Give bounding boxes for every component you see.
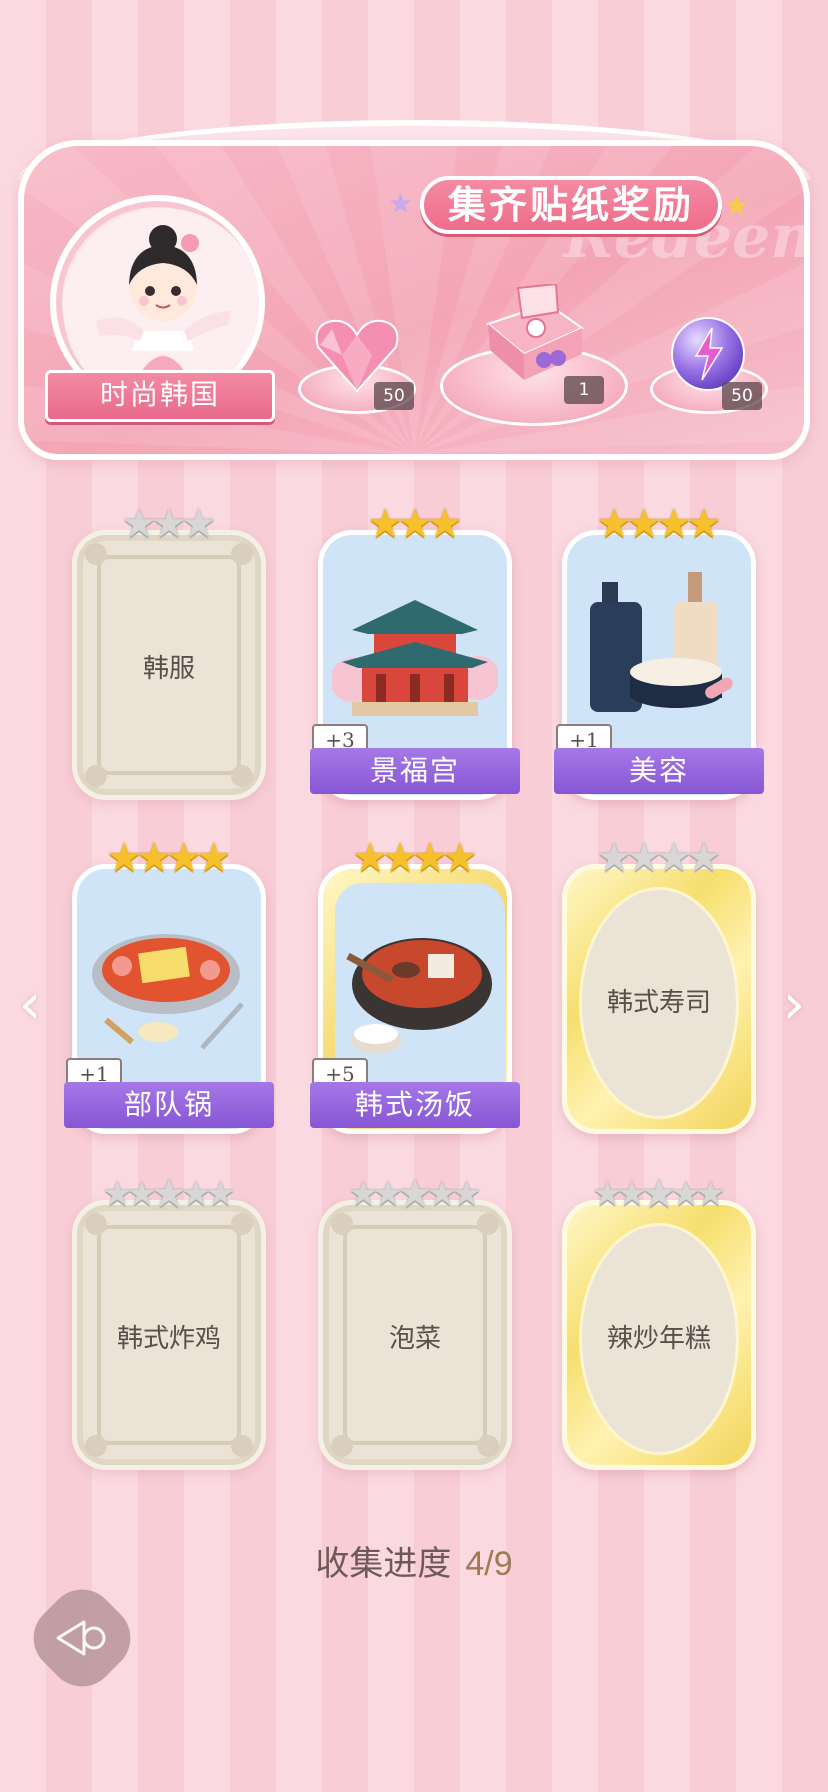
card-name-banner: 美容 (554, 748, 764, 794)
card-name-banner: 韩式汤饭 (310, 1082, 520, 1128)
sticker-card-gyeongbokgung[interactable]: +3 景福宫 ★ ★ ★ (310, 504, 520, 800)
reward-count: 50 (374, 382, 414, 410)
star-rating: ★ ★ ★ ★ ★ (562, 1170, 756, 1214)
star-icon: ★ (426, 501, 463, 547)
collection-progress: 收集进度 4/9 (0, 1536, 828, 1585)
sticker-card-kimchi[interactable]: 泡菜 ★ ★ ★ ★ ★ (318, 1174, 512, 1470)
card-corner (85, 1213, 107, 1235)
card-name: 韩服 (142, 654, 195, 684)
hotpot-icon (92, 934, 244, 1050)
card-corner (85, 1435, 107, 1457)
progress-label: 收集进度 (315, 1545, 452, 1583)
gift-box-icon (485, 284, 585, 380)
card-corner (85, 543, 107, 565)
card-corner (477, 1435, 499, 1457)
star-rating: ★ ★ ★ ★ ★ (72, 1170, 266, 1214)
star-icon: ★ (695, 1174, 726, 1214)
star-icon: ★ (685, 501, 722, 547)
card-corner (477, 1213, 499, 1235)
chevron-left-icon[interactable]: ‹ (12, 975, 48, 1035)
card-name-banner: 景福宫 (310, 748, 520, 794)
card-name-banner: 部队锅 (64, 1082, 274, 1128)
star-icon: ★ (195, 835, 232, 881)
star-rating: ★ ★ ★ ★ (562, 834, 756, 878)
star-rating: ★ ★ ★ (72, 500, 266, 544)
star-rating: ★ ★ ★ ★ (318, 834, 512, 878)
star-icon: ★ (685, 835, 722, 881)
star-rating: ★ ★ ★ ★ (562, 500, 756, 544)
card-name: 辣炒年糕 (606, 1324, 711, 1354)
card-corner (85, 765, 107, 787)
back-button[interactable] (19, 1575, 145, 1701)
sticker-card-gukbap[interactable]: +5 韩式汤饭 ★ ★ ★ ★ (310, 838, 520, 1134)
star-rating: ★ ★ ★ ★ (72, 834, 266, 878)
back-arrow-icon (56, 1620, 106, 1656)
sticker-card-tteokbokki[interactable]: 辣炒年糕 ★ ★ ★ ★ ★ (562, 1174, 756, 1470)
card-corner (231, 1435, 253, 1457)
card-name: 韩式炸鸡 (116, 1324, 221, 1354)
card-corner (331, 1435, 353, 1457)
star-icon: ★ (441, 835, 478, 881)
cosmetics-icon (590, 572, 733, 712)
card-corner (231, 765, 253, 787)
palace-icon (332, 600, 498, 716)
yellow-star-icon: ★ (724, 189, 750, 222)
card-corner (231, 1213, 253, 1235)
card-corner (331, 1213, 353, 1235)
sticker-card-army-stew[interactable]: +1 部队锅 ★ ★ ★ ★ (64, 838, 274, 1134)
progress-value: 4/9 (465, 1545, 513, 1583)
star-rating: ★ ★ ★ (318, 500, 512, 544)
sticker-card-kimbap[interactable]: 韩式寿司 ★ ★ ★ ★ (562, 838, 756, 1134)
purple-star-icon: ★ (388, 187, 414, 220)
star-icon: ★ (205, 1174, 236, 1214)
soup-bowl-icon (346, 938, 492, 1054)
card-name: 韩式寿司 (606, 988, 711, 1018)
reward-title: 集齐贴纸奖励 (420, 176, 723, 234)
sticker-card-fried-chicken[interactable]: 韩式炸鸡 ★ ★ ★ ★ ★ (72, 1174, 266, 1470)
star-icon: ★ (180, 501, 217, 547)
star-rating: ★ ★ ★ ★ ★ (318, 1170, 512, 1214)
collection-name-banner: 时尚韩国 (45, 370, 275, 422)
card-name: 泡菜 (388, 1324, 441, 1354)
reward-count: 1 (564, 376, 604, 404)
card-corner (231, 543, 253, 565)
star-icon: ★ (451, 1174, 482, 1214)
sticker-card-hanbok[interactable]: 韩服 ★ ★ ★ (72, 504, 266, 800)
sticker-card-beauty[interactable]: +1 美容 ★ ★ ★ ★ (554, 504, 764, 800)
reward-count: 50 (722, 382, 762, 410)
chevron-right-icon[interactable]: › (776, 975, 812, 1035)
